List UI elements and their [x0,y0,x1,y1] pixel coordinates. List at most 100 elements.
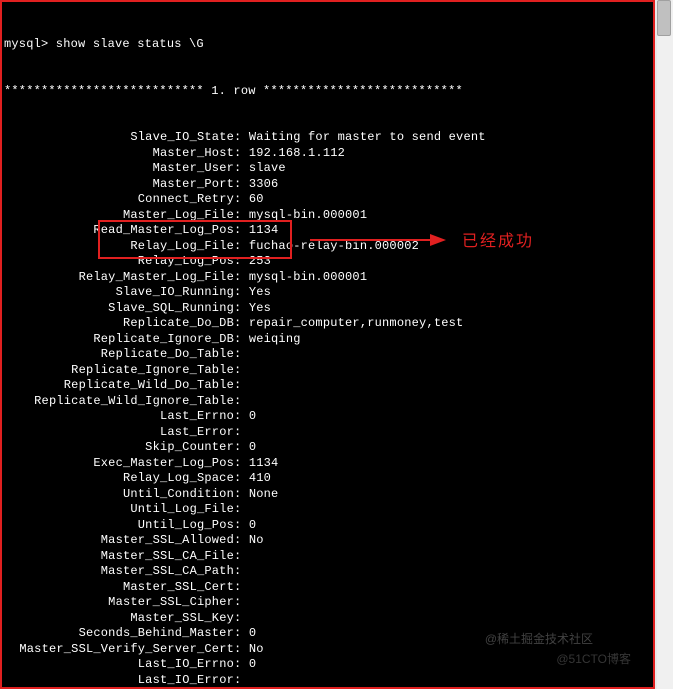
status-field: Slave_SQL_Running: Yes [4,301,651,317]
status-field: Relay_Master_Log_File: mysql-bin.000001 [4,270,651,286]
field-value: Waiting for master to send event [249,130,486,144]
colon: : [234,130,249,144]
status-field: Replicate_Ignore_DB: weiqing [4,332,651,348]
colon: : [234,611,249,625]
colon: : [234,642,249,656]
field-label: Master_Log_File [4,208,234,224]
status-field: Master_SSL_Key: [4,611,651,627]
colon: : [234,316,249,330]
status-field: Connect_Retry: 60 [4,192,651,208]
colon: : [234,518,249,532]
field-value: mysql-bin.000001 [249,270,367,284]
field-value: mysql-bin.000001 [249,208,367,222]
field-value: 60 [249,192,264,206]
colon: : [234,487,249,501]
field-label: Master_SSL_Cert [4,580,234,596]
colon: : [234,425,249,439]
field-value: repair_computer,runmoney,test [249,316,464,330]
status-field: Relay_Log_Space: 410 [4,471,651,487]
colon: : [234,301,249,315]
field-label: Until_Condition [4,487,234,503]
field-label: Exec_Master_Log_Pos [4,456,234,472]
colon: : [234,409,249,423]
colon: : [234,533,249,547]
field-label: Read_Master_Log_Pos [4,223,234,239]
colon: : [234,177,249,191]
colon: : [234,657,249,671]
scrollbar-track[interactable] [657,0,673,689]
field-value: No [249,642,264,656]
field-value: 0 [249,626,256,640]
status-field: Slave_IO_State: Waiting for master to se… [4,130,651,146]
status-field: Replicate_Wild_Ignore_Table: [4,394,651,410]
field-label: Master_SSL_Verify_Server_Cert [4,642,234,658]
status-field: Master_Port: 3306 [4,177,651,193]
field-label: Replicate_Wild_Ignore_Table [4,394,234,410]
field-value: Yes [249,285,271,299]
colon: : [234,471,249,485]
field-value: 192.168.1.112 [249,146,345,160]
field-value: None [249,487,279,501]
colon: : [234,363,249,377]
status-field: Last_Errno: 0 [4,409,651,425]
status-field: Skip_Counter: 0 [4,440,651,456]
scrollbar-thumb[interactable] [657,0,671,36]
colon: : [234,239,249,253]
status-field: Until_Log_Pos: 0 [4,518,651,534]
colon: : [234,347,249,361]
colon: : [234,146,249,160]
field-value: 3306 [249,177,279,191]
field-value: fuchao-relay-bin.000002 [249,239,419,253]
colon: : [234,285,249,299]
field-label: Replicate_Ignore_DB [4,332,234,348]
field-label: Connect_Retry [4,192,234,208]
colon: : [234,673,249,687]
field-value: No [249,533,264,547]
colon: : [234,456,249,470]
field-label: Last_IO_Error [4,673,234,689]
status-field: Master_SSL_Cert: [4,580,651,596]
field-value: 0 [249,440,256,454]
status-field: Slave_IO_Running: Yes [4,285,651,301]
status-field: Relay_Log_File: fuchao-relay-bin.000002 [4,239,651,255]
status-field: Master_Host: 192.168.1.112 [4,146,651,162]
field-label: Relay_Log_File [4,239,234,255]
status-field: Replicate_Ignore_Table: [4,363,651,379]
field-value: 410 [249,471,271,485]
field-label: Master_SSL_Cipher [4,595,234,611]
status-field: Until_Condition: None [4,487,651,503]
field-value: 1134 [249,456,279,470]
field-label: Until_Log_File [4,502,234,518]
status-field: Master_Log_File: mysql-bin.000001 [4,208,651,224]
field-label: Slave_IO_State [4,130,234,146]
status-field: Last_IO_Error: [4,673,651,689]
field-value: 1134 [249,223,279,237]
field-value: Yes [249,301,271,315]
field-label: Slave_SQL_Running [4,301,234,317]
colon: : [234,595,249,609]
field-value: slave [249,161,286,175]
status-field: Exec_Master_Log_Pos: 1134 [4,456,651,472]
field-label: Last_Error [4,425,234,441]
field-label: Relay_Log_Space [4,471,234,487]
field-label: Master_SSL_CA_Path [4,564,234,580]
colon: : [234,394,249,408]
status-field: Read_Master_Log_Pos: 1134 [4,223,651,239]
field-label: Replicate_Wild_Do_Table [4,378,234,394]
field-value: 0 [249,518,256,532]
colon: : [234,161,249,175]
field-label: Master_Port [4,177,234,193]
field-label: Master_SSL_Key [4,611,234,627]
field-label: Relay_Log_Pos [4,254,234,270]
status-field: Replicate_Wild_Do_Table: [4,378,651,394]
colon: : [234,502,249,516]
prompt-line: mysql> show slave status \G [4,37,651,53]
terminal-output[interactable]: mysql> show slave status \G ************… [2,2,653,689]
field-label: Skip_Counter [4,440,234,456]
field-label: Seconds_Behind_Master [4,626,234,642]
field-value: 0 [249,657,256,671]
colon: : [234,626,249,640]
colon: : [234,270,249,284]
status-field: Master_User: slave [4,161,651,177]
field-label: Last_IO_Errno [4,657,234,673]
